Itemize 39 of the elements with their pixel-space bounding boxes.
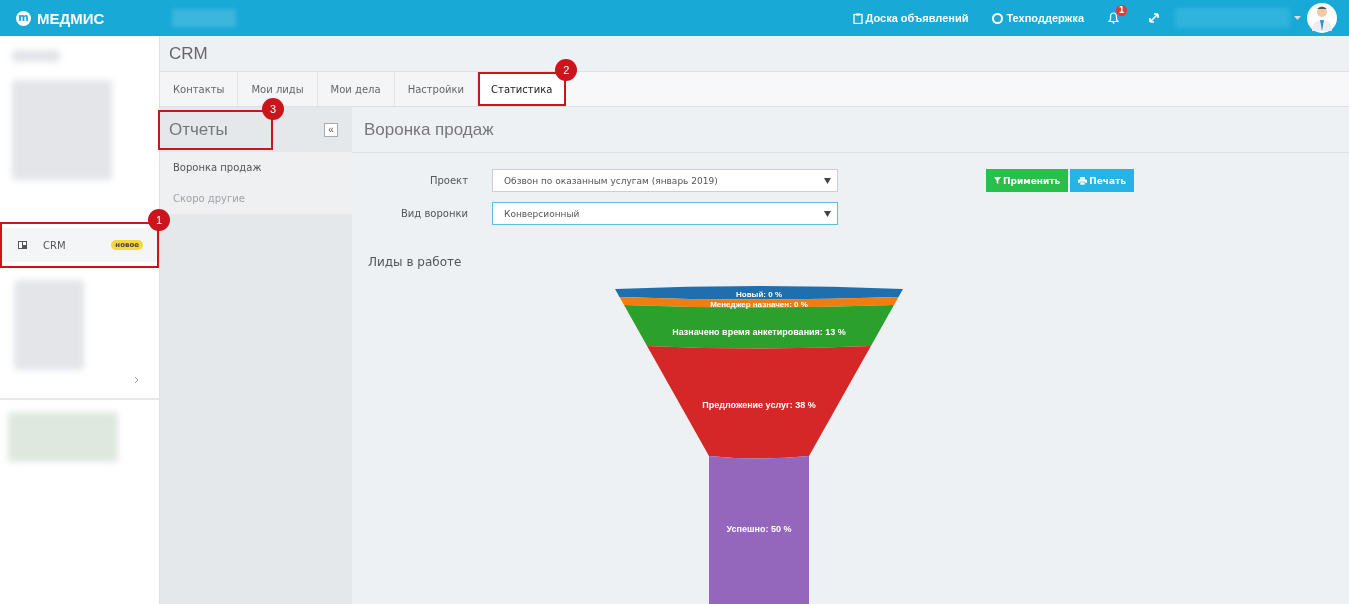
doctor-avatar-icon [1311,5,1333,31]
annotation-number: 2 [555,59,578,82]
filter-icon [994,177,1001,184]
collapse-button[interactable]: « [324,122,338,137]
printer-icon [1078,176,1088,185]
section-title: Лиды в работе [367,254,463,269]
field-label: Вид воронки [400,208,469,219]
notification-badge: 1 [1116,5,1127,16]
tab[interactable]: Контакты [160,72,239,106]
blurred-placeholder [12,50,60,62]
caret-icon [824,177,831,184]
caret-icon[interactable] [1294,16,1301,20]
annotation-number: 1 [148,209,170,231]
panel-title: Отчеты [169,119,228,139]
lifebuoy-icon [992,12,1004,24]
board-icon [18,241,27,249]
caret-icon [824,210,831,217]
bell-icon[interactable] [1108,12,1119,24]
tab[interactable]: Мои лиды [238,72,318,106]
report-item[interactable]: Воронка продаж [160,152,352,183]
report-title: Воронка продаж [352,107,1349,153]
field-label: Проект [429,175,469,186]
tab[interactable]: Мои дела [317,72,395,106]
sidebar-item-label: CRM [43,239,66,251]
blurred-placeholder [172,9,236,27]
expand-icon[interactable] [1149,13,1159,23]
funnel-label: Предложение услуг: 38 % [702,400,816,410]
logo-mark: m [16,10,31,26]
avatar[interactable] [1307,3,1337,33]
tab[interactable]: Настройки [394,72,479,106]
funnel-label: Назначено время анкетирования: 13 % [672,327,846,337]
funnel-label: Успешно: 50 % [726,524,792,534]
funnel-label: Новый: 0 % [736,290,782,299]
app-logo: МЕДМИС [37,9,105,27]
clipboard-icon [852,12,863,24]
select-field[interactable]: Конверсионный [492,202,838,225]
select-field[interactable]: Обзвон по оказанным услугам (январь 2019) [492,169,838,192]
funnel-label: Менеджер назначен: 0 % [710,300,808,309]
chevron-right-icon[interactable] [134,376,139,384]
